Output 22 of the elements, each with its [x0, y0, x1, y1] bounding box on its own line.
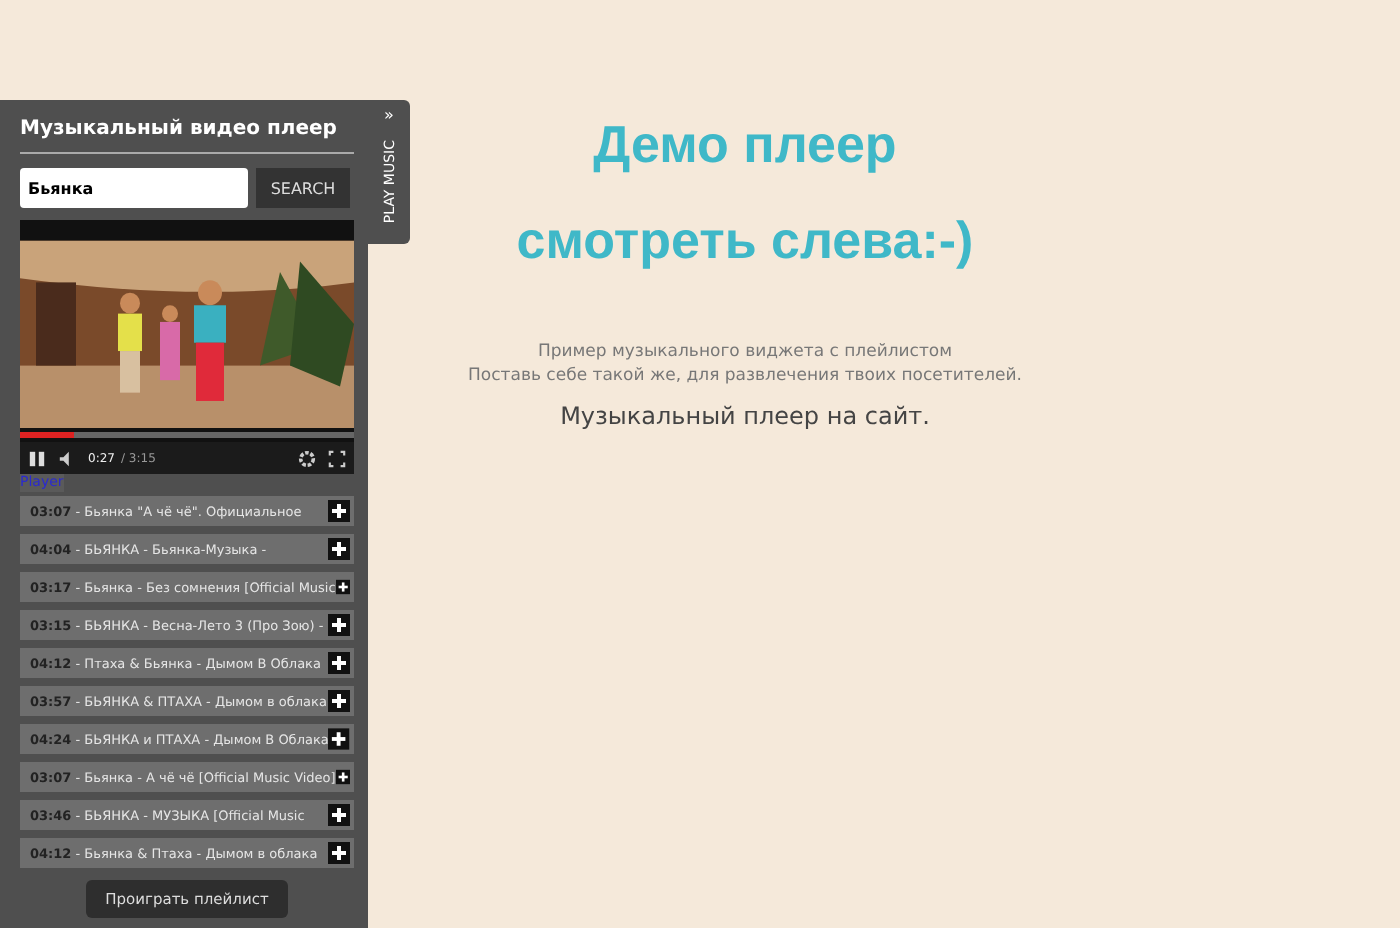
panel-title: Музыкальный видео плеер [20, 118, 339, 142]
add-icon[interactable] [335, 576, 350, 598]
add-icon[interactable] [328, 842, 350, 864]
search-button[interactable]: SEARCH [256, 168, 350, 208]
arrows-text: » [384, 106, 394, 124]
add-icon[interactable] [328, 500, 350, 522]
add-icon[interactable] [328, 804, 350, 826]
add-icon[interactable] [328, 614, 350, 636]
add-icon[interactable] [328, 538, 350, 560]
search-field[interactable]: Бьянка [20, 168, 248, 208]
add-icon[interactable] [328, 728, 350, 750]
tagline: Музыкальный плеер на сайт. [560, 402, 930, 430]
heading: смотреть слева:-) [516, 208, 974, 274]
add-icon[interactable] [335, 766, 350, 788]
heading: Демо плеер [593, 112, 897, 178]
pause-icon[interactable] [28, 449, 46, 467]
add-icon[interactable] [328, 690, 350, 712]
settings-icon[interactable] [298, 449, 316, 467]
description-line: Поставь себе такой же, для развлечения твоих посетителей. [468, 364, 1022, 388]
add-icon[interactable] [328, 652, 350, 674]
fullscreen-icon[interactable] [328, 449, 346, 467]
description-line: Пример музыкального виджета с плейлистом [537, 340, 953, 364]
